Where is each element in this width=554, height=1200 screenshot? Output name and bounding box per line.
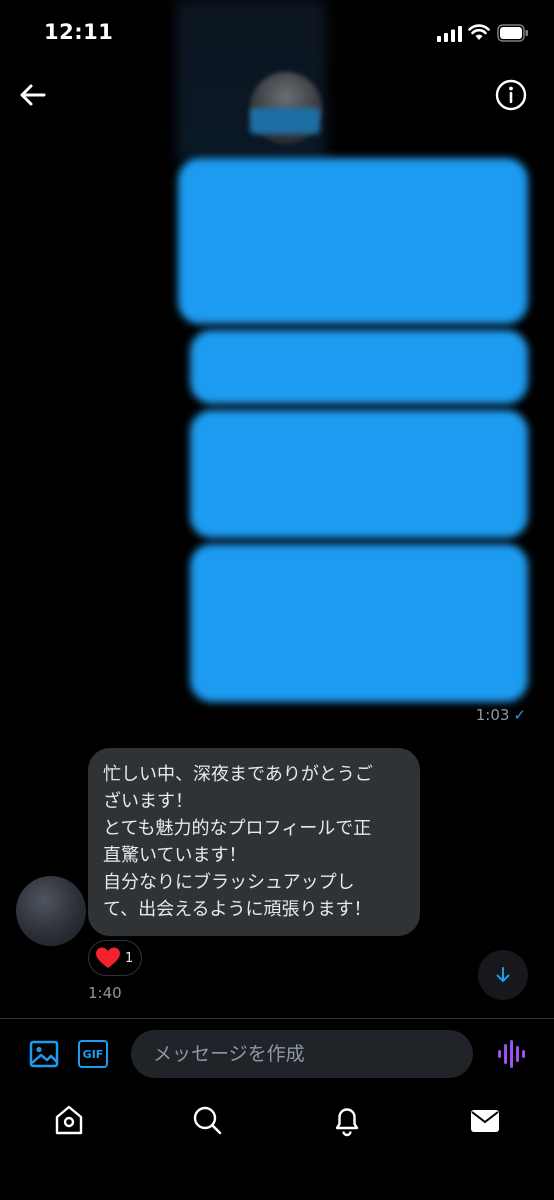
received-message-timestamp: 1:40: [88, 984, 122, 1002]
composer-divider: [0, 1018, 554, 1019]
received-message-bubble[interactable]: 忙しい中、深夜までありがとうご ざいます！ とても魅力的なプロフィールで正 直驚…: [88, 748, 420, 936]
reaction-count: 1: [125, 950, 134, 966]
tab-notifications[interactable]: [330, 1102, 364, 1138]
check-icon: ✓: [513, 706, 526, 724]
sent-message-bubble[interactable]: [190, 410, 528, 538]
tab-search[interactable]: [190, 1102, 224, 1138]
sent-message-bubble[interactable]: [190, 544, 528, 702]
battery-icon: [497, 24, 528, 42]
back-button[interactable]: [16, 78, 50, 112]
info-button[interactable]: [494, 78, 528, 112]
signal-icon: [437, 26, 462, 42]
message-line: ざいます！: [103, 791, 193, 812]
sent-message-bubble[interactable]: [178, 158, 528, 324]
message-line: 自分なりにブラッシュアップし: [103, 872, 355, 893]
tab-home[interactable]: [52, 1102, 86, 1138]
gif-button[interactable]: GIF: [78, 1040, 108, 1068]
message-input[interactable]: [131, 1030, 473, 1078]
heart-reaction[interactable]: 1: [88, 940, 142, 976]
scroll-to-bottom-button[interactable]: [478, 950, 528, 1000]
status-time: 12:11: [44, 20, 114, 44]
wifi-icon: [468, 24, 490, 40]
tab-messages[interactable]: [468, 1102, 502, 1138]
sent-time-text: 1:03: [475, 706, 510, 724]
arrow-down-icon: [496, 967, 510, 982]
voice-message-button[interactable]: [496, 1038, 526, 1070]
conversation-avatar-overlay: [250, 108, 320, 134]
sent-message-timestamp: 1:03 ✓: [476, 706, 526, 724]
message-line: 忙しい中、深夜までありがとうご: [103, 764, 373, 785]
message-line: とても魅力的なプロフィールで正: [103, 818, 372, 839]
image-button[interactable]: [28, 1038, 60, 1070]
sender-avatar[interactable]: [16, 876, 86, 946]
message-line: て、出会えるように頑張ります！: [103, 899, 372, 920]
message-line: 直驚いています！: [103, 845, 247, 866]
sent-message-bubble[interactable]: [190, 330, 528, 404]
heart-icon: [96, 947, 120, 968]
